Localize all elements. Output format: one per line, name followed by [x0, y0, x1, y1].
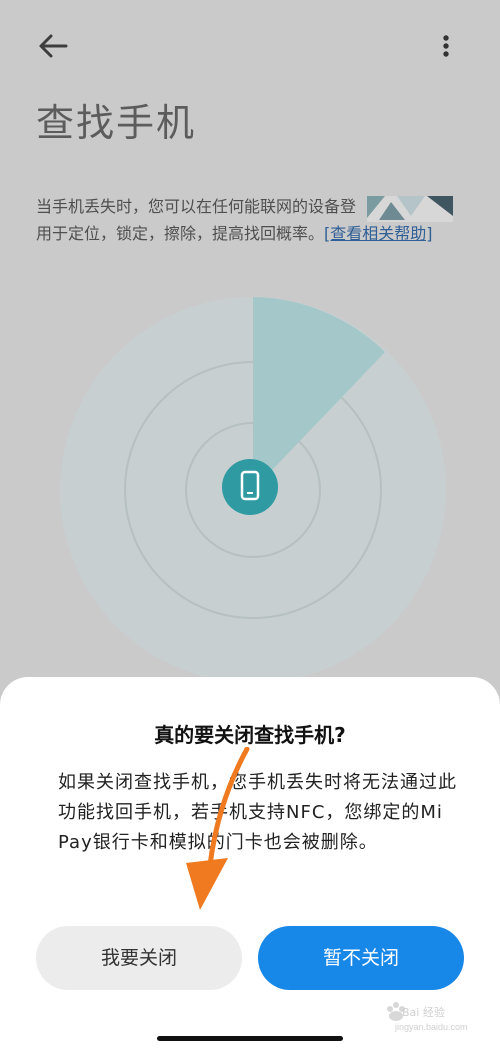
dialog-title: 真的要关闭查找手机? — [154, 723, 346, 747]
back-button[interactable] — [36, 31, 70, 61]
back-arrow-icon — [39, 34, 68, 58]
cancel-keep-button[interactable]: 暂不关闭 — [258, 926, 464, 990]
home-indicator[interactable] — [157, 1036, 343, 1041]
radar-animation — [60, 297, 446, 683]
help-link[interactable]: [查看相关帮助] — [324, 224, 433, 243]
confirm-close-button[interactable]: 我要关闭 — [36, 926, 242, 990]
watermark-subtext: jingyan.baidu.com — [395, 1022, 468, 1032]
redaction-mask — [367, 196, 453, 222]
more-vertical-icon — [443, 35, 449, 57]
description-line-2: 用于定位，锁定，擦除，提高找回概率。[查看相关帮助] — [36, 220, 456, 247]
annotation-arrow — [186, 747, 250, 910]
page-title: 查找手机 — [36, 101, 197, 145]
watermark-text: Bai 经验 — [402, 1006, 445, 1019]
description-line-2-text: 用于定位，锁定，擦除，提高找回概率。 — [36, 224, 325, 243]
more-button[interactable] — [432, 31, 460, 61]
device-marker — [222, 459, 278, 515]
